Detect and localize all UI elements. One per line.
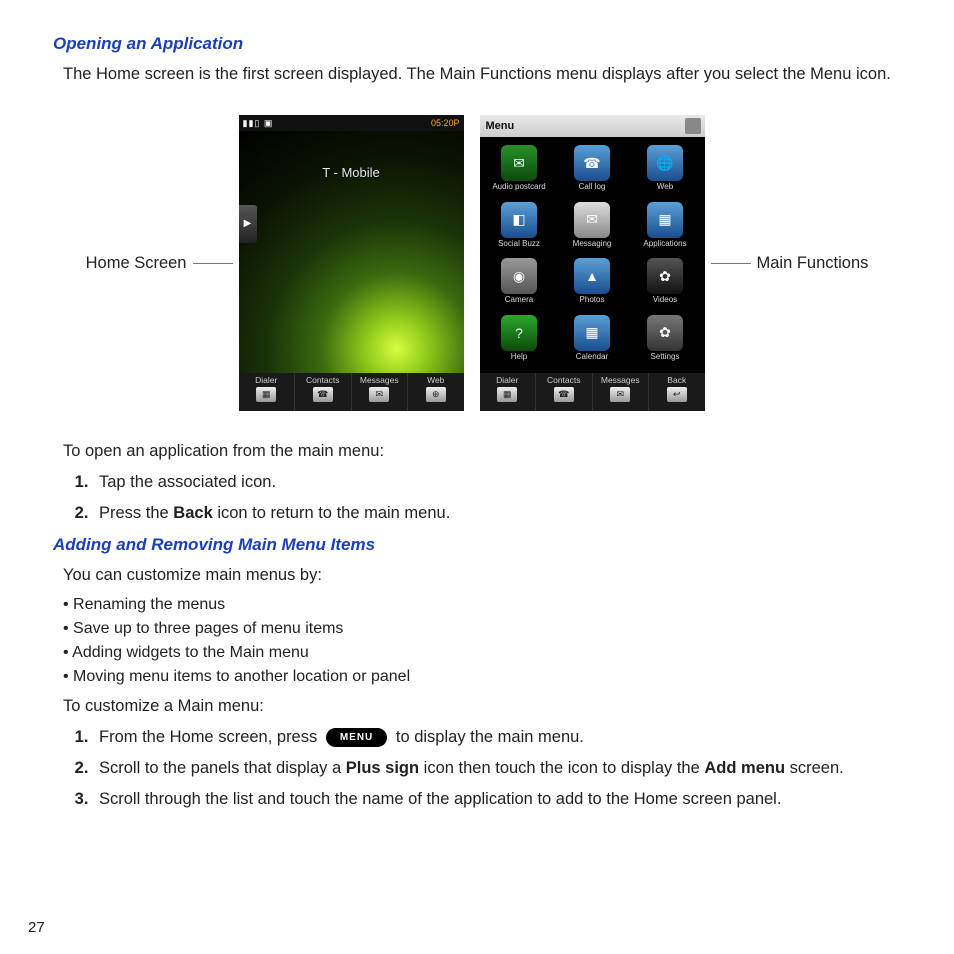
home-screen-caption: Home Screen	[86, 254, 187, 273]
customize-step-1: From the Home screen, press MENU to disp…	[93, 728, 909, 747]
softkey-back[interactable]: Back↩	[649, 373, 705, 411]
app-audio-postcard[interactable]: ✉Audio postcard	[484, 143, 555, 198]
app-icon: ▦	[574, 315, 610, 351]
dialer-icon: ▦	[256, 387, 276, 402]
softkey-contacts[interactable]: Contacts☎	[295, 373, 352, 411]
app-applications[interactable]: ▦Applications	[630, 200, 701, 255]
bullet-item: Save up to three pages of menu items	[63, 620, 909, 638]
app-icon: ◧	[501, 202, 537, 238]
app-label: Messaging	[557, 239, 628, 248]
softkey-dialer-2[interactable]: Dialer▦	[480, 373, 537, 411]
figure-row: Home Screen ▮▮▯ ▣ 05:20P T - Mobile ▶ Di…	[45, 115, 909, 411]
app-call-log[interactable]: ☎Call log	[557, 143, 628, 198]
menu-button-pill: MENU	[326, 728, 387, 747]
app-label: Camera	[484, 295, 555, 304]
menu-title: Menu	[486, 115, 515, 137]
app-icon: ✿	[647, 258, 683, 294]
status-bar: ▮▮▯ ▣ 05:20P	[239, 115, 464, 131]
app-web[interactable]: 🌐Web	[630, 143, 701, 198]
messages-icon: ✉	[369, 387, 389, 402]
bullet-item: Moving menu items to another location or…	[63, 668, 909, 686]
softkey-messages-2[interactable]: Messages✉	[593, 373, 650, 411]
app-messaging[interactable]: ✉Messaging	[557, 200, 628, 255]
app-icon: ✉	[501, 145, 537, 181]
app-camera[interactable]: ◉Camera	[484, 256, 555, 311]
app-icon: ▲	[574, 258, 610, 294]
app-label: Videos	[630, 295, 701, 304]
app-label: Web	[630, 182, 701, 191]
app-videos[interactable]: ✿Videos	[630, 256, 701, 311]
app-icon: ▦	[647, 202, 683, 238]
app-label: Applications	[630, 239, 701, 248]
app-photos[interactable]: ▲Photos	[557, 256, 628, 311]
web-icon: ⊕	[426, 387, 446, 402]
home-screen-mock: ▮▮▯ ▣ 05:20P T - Mobile ▶ Dialer▦ Contac…	[239, 115, 464, 411]
signal-icon: ▮▮▯ ▣	[243, 118, 274, 129]
app-label: Call log	[557, 182, 628, 191]
app-icon: ☎	[574, 145, 610, 181]
intro-paragraph: The Home screen is the first screen disp…	[63, 64, 909, 85]
app-label: Social Buzz	[484, 239, 555, 248]
carrier-text: T - Mobile	[239, 165, 464, 180]
customize-steps-intro: To customize a Main menu:	[63, 696, 909, 717]
widget-tab-icon[interactable]: ▶	[239, 205, 257, 243]
dialer-icon: ▦	[497, 387, 517, 402]
app-label: Settings	[630, 352, 701, 361]
contacts-icon: ☎	[554, 387, 574, 402]
bullet-item: Renaming the menus	[63, 596, 909, 614]
page-number: 27	[28, 919, 45, 936]
softkey-dialer[interactable]: Dialer▦	[239, 373, 296, 411]
app-icon: ◉	[501, 258, 537, 294]
menu-screen-mock: Menu ✉Audio postcard☎Call log🌐Web◧Social…	[480, 115, 705, 411]
customize-intro: You can customize main menus by:	[63, 565, 909, 586]
customize-bullets: Renaming the menus Save up to three pages…	[63, 596, 909, 686]
menu-header: Menu	[480, 115, 705, 137]
app-help[interactable]: ?Help	[484, 313, 555, 368]
open-steps: Tap the associated icon. Press the Back …	[93, 473, 909, 523]
app-label: Help	[484, 352, 555, 361]
app-icon: ?	[501, 315, 537, 351]
home-softkey-bar: Dialer▦ Contacts☎ Messages✉ Web⊕	[239, 373, 464, 411]
app-label: Audio postcard	[484, 182, 555, 191]
customize-step-3: Scroll through the list and touch the na…	[93, 790, 909, 809]
app-icon: ✿	[647, 315, 683, 351]
customize-step-2: Scroll to the panels that display a Plus…	[93, 759, 909, 778]
customize-steps: From the Home screen, press MENU to disp…	[93, 728, 909, 809]
softkey-web[interactable]: Web⊕	[408, 373, 464, 411]
bullet-item: Adding widgets to the Main menu	[63, 644, 909, 662]
app-calendar[interactable]: ▦Calendar	[557, 313, 628, 368]
messages-icon: ✉	[610, 387, 630, 402]
menu-softkey-bar: Dialer▦ Contacts☎ Messages✉ Back↩	[480, 373, 705, 411]
open-step-1: Tap the associated icon.	[93, 473, 909, 492]
grid-view-icon[interactable]	[685, 118, 701, 134]
app-icon: ✉	[574, 202, 610, 238]
connector-right	[711, 263, 751, 264]
contacts-icon: ☎	[313, 387, 333, 402]
main-functions-caption: Main Functions	[757, 254, 869, 273]
status-time: 05:20P	[431, 118, 460, 128]
section-heading-adding: Adding and Removing Main Menu Items	[53, 535, 909, 555]
back-icon: ↩	[667, 387, 687, 402]
section-heading-opening: Opening an Application	[53, 34, 909, 54]
app-social-buzz[interactable]: ◧Social Buzz	[484, 200, 555, 255]
softkey-contacts-2[interactable]: Contacts☎	[536, 373, 593, 411]
app-settings[interactable]: ✿Settings	[630, 313, 701, 368]
connector-left	[193, 263, 233, 264]
softkey-messages[interactable]: Messages✉	[352, 373, 409, 411]
open-step-2: Press the Back icon to return to the mai…	[93, 504, 909, 523]
app-label: Photos	[557, 295, 628, 304]
app-label: Calendar	[557, 352, 628, 361]
app-icon: 🌐	[647, 145, 683, 181]
apps-grid: ✉Audio postcard☎Call log🌐Web◧Social Buzz…	[480, 137, 705, 373]
open-intro: To open an application from the main men…	[63, 441, 909, 462]
